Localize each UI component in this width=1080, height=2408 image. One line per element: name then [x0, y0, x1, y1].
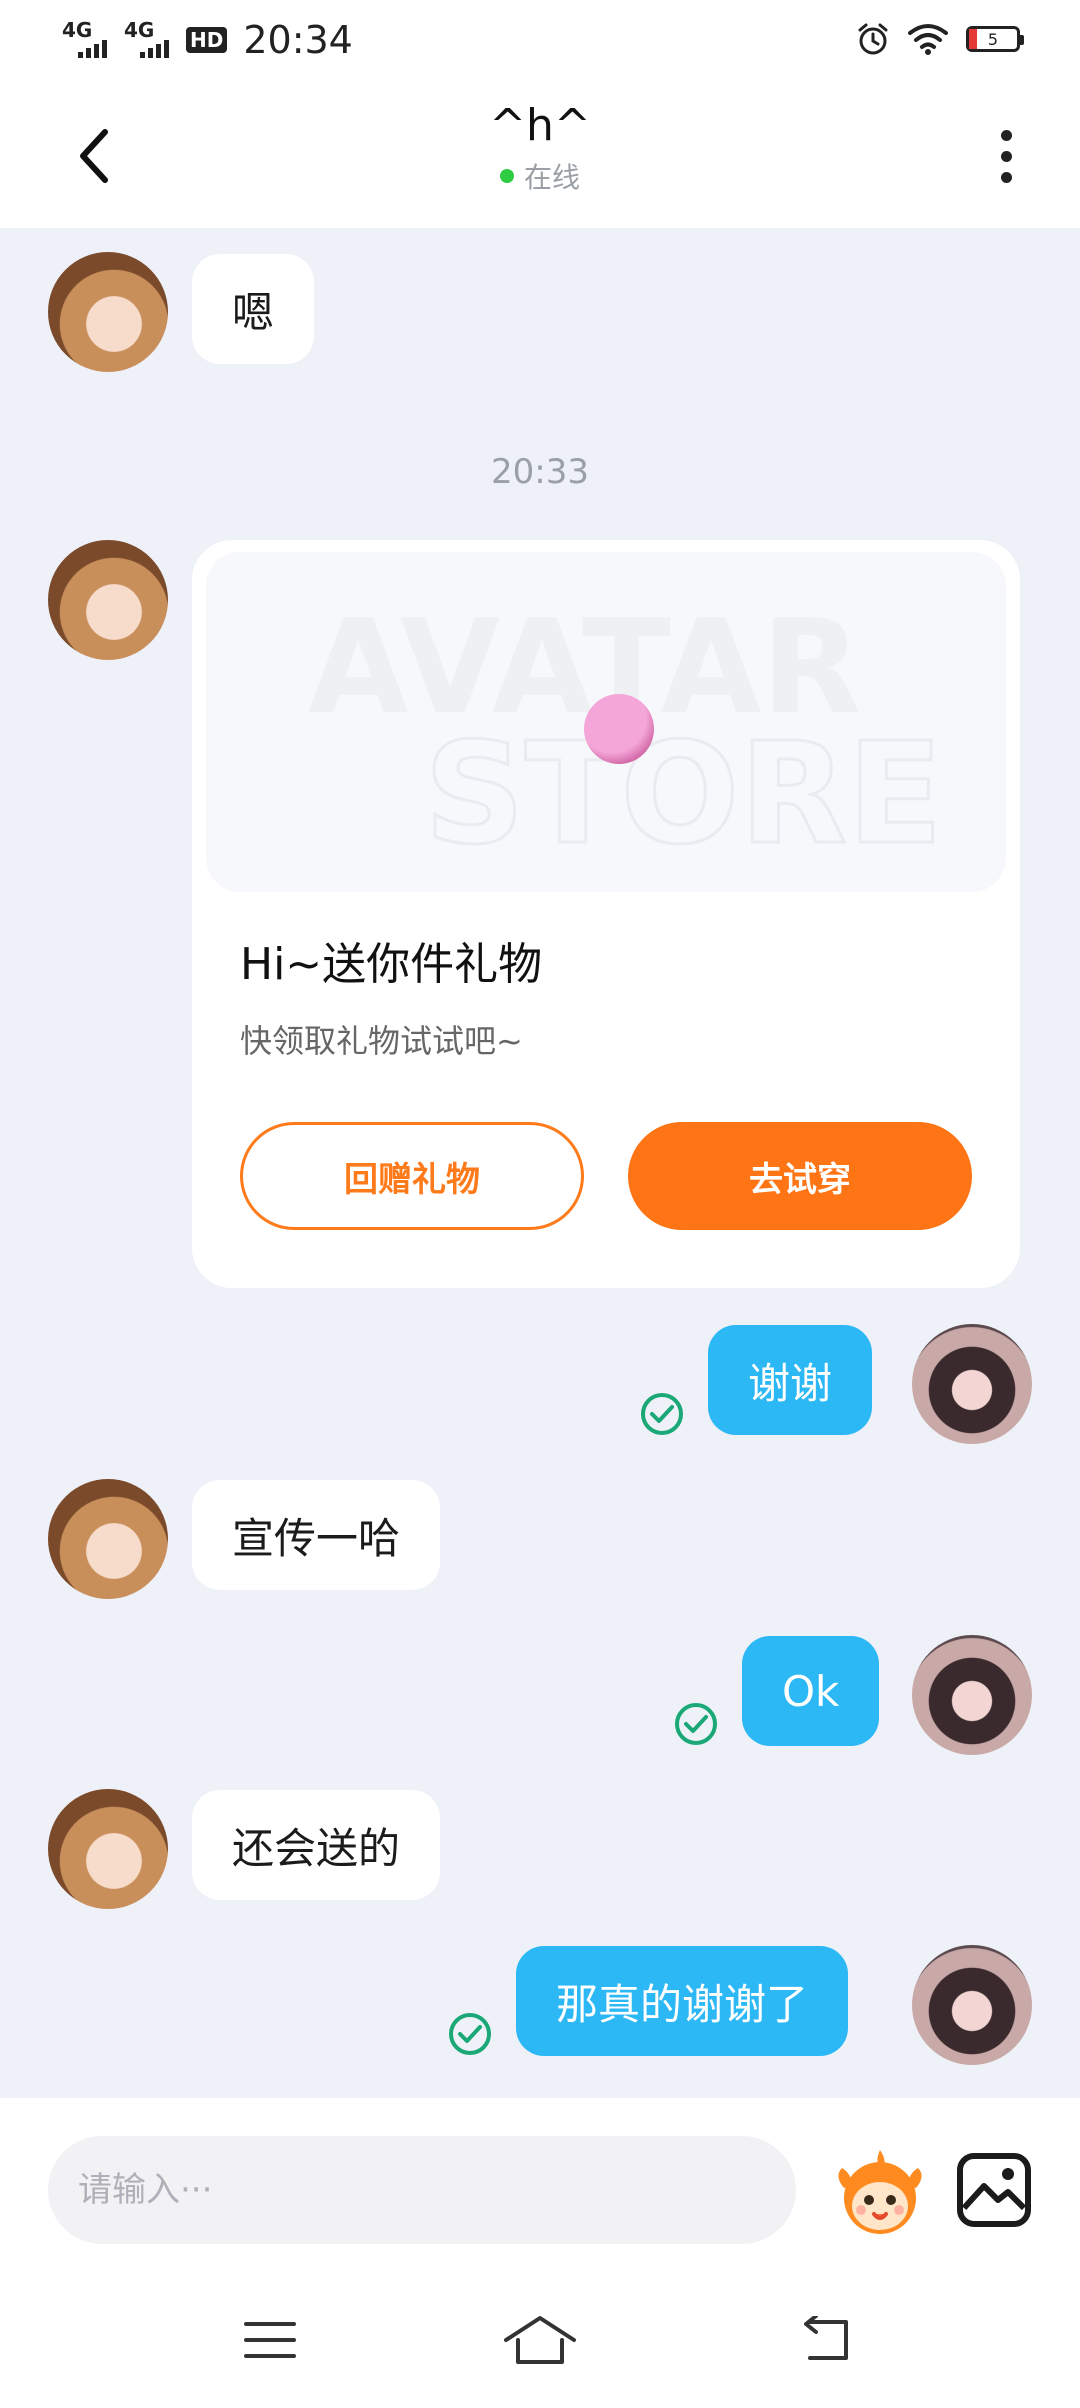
online-status: 在线 [499, 156, 580, 196]
title-wrap: ^h^ 在线 [0, 98, 1080, 196]
peer-avatar[interactable] [48, 252, 168, 372]
battery-level: 5 [987, 29, 999, 49]
hd-voice-badge: HD [186, 27, 228, 53]
try-on-button[interactable]: 去试穿 [628, 1122, 972, 1230]
return-icon [804, 2316, 848, 2360]
wifi-icon [908, 24, 948, 55]
gift-title: Hi~送你件礼物 [240, 939, 543, 990]
signal-icon: 4G [124, 20, 176, 60]
signal-label: 4G [124, 18, 155, 42]
message-text: Ok [782, 1666, 840, 1716]
emoji-mascot-icon[interactable] [830, 2142, 930, 2242]
battery-icon: 5 [966, 26, 1024, 52]
message-text: 嗯 [232, 287, 275, 337]
return-button[interactable] [786, 2300, 866, 2380]
signal-label: 4G [62, 18, 93, 42]
more-button[interactable] [976, 116, 1036, 196]
check-circle-icon [675, 1703, 717, 1745]
more-vertical-icon [1000, 129, 1012, 141]
more-dot [1000, 150, 1012, 162]
message-bubble[interactable]: 谢谢 [708, 1325, 873, 1435]
online-status-label: 在线 [523, 161, 580, 194]
online-dot-icon [499, 169, 514, 183]
check-circle-icon [641, 1393, 683, 1435]
gift-banner-image: AVATAR STORE [206, 552, 1006, 892]
chat-title: ^h^ [489, 100, 591, 151]
message-text: 那真的谢谢了 [556, 1979, 809, 2029]
menu-icon [244, 2322, 296, 2358]
status-bar: 4G 4G HD 20:34 5 [0, 0, 1080, 80]
menu-button[interactable] [230, 2300, 310, 2380]
message-bubble[interactable]: 宣传一哈 [192, 1480, 441, 1590]
image-icon[interactable] [954, 2150, 1034, 2230]
time-separator: 20:33 [491, 452, 589, 492]
message-bubble[interactable]: 嗯 [192, 254, 315, 364]
status-right: 5 [856, 22, 1024, 56]
my-avatar[interactable] [912, 1945, 1032, 2065]
my-avatar[interactable] [912, 1635, 1032, 1755]
check-circle-icon [449, 2013, 491, 2055]
peer-avatar[interactable] [48, 540, 168, 660]
return-gift-button[interactable]: 回赠礼物 [240, 1122, 584, 1230]
message-bubble[interactable]: 那真的谢谢了 [516, 1946, 849, 2056]
system-nav-bar [0, 2276, 1080, 2408]
signal-icon: 4G [62, 20, 114, 60]
svg-text:STORE: STORE [424, 713, 943, 876]
status-left: 4G 4G HD 20:34 [62, 18, 353, 62]
message-bubble[interactable]: 还会送的 [192, 1790, 441, 1900]
peer-avatar[interactable] [48, 1479, 168, 1599]
message-text: 宣传一哈 [232, 1513, 401, 1563]
more-dot [1000, 171, 1012, 183]
chat-header: ^h^ 在线 [0, 80, 1080, 228]
gift-card[interactable]: AVATAR STORE Hi~送你件礼物 快领取礼物试试吧~ 回赠礼物 去试穿 [192, 540, 1020, 1288]
gift-subtitle: 快领取礼物试试吧~ [240, 1022, 523, 1060]
message-bubble[interactable]: Ok [742, 1636, 880, 1746]
alarm-icon [858, 23, 888, 55]
my-avatar[interactable] [912, 1324, 1032, 1444]
home-button[interactable] [500, 2300, 580, 2380]
gift-ball-icon [584, 694, 654, 764]
status-time: 20:34 [243, 18, 353, 62]
message-text: 还会送的 [232, 1823, 401, 1873]
peer-avatar[interactable] [48, 1789, 168, 1909]
message-text: 谢谢 [748, 1358, 833, 1408]
message-input[interactable] [48, 2136, 796, 2244]
home-icon [504, 2316, 576, 2364]
